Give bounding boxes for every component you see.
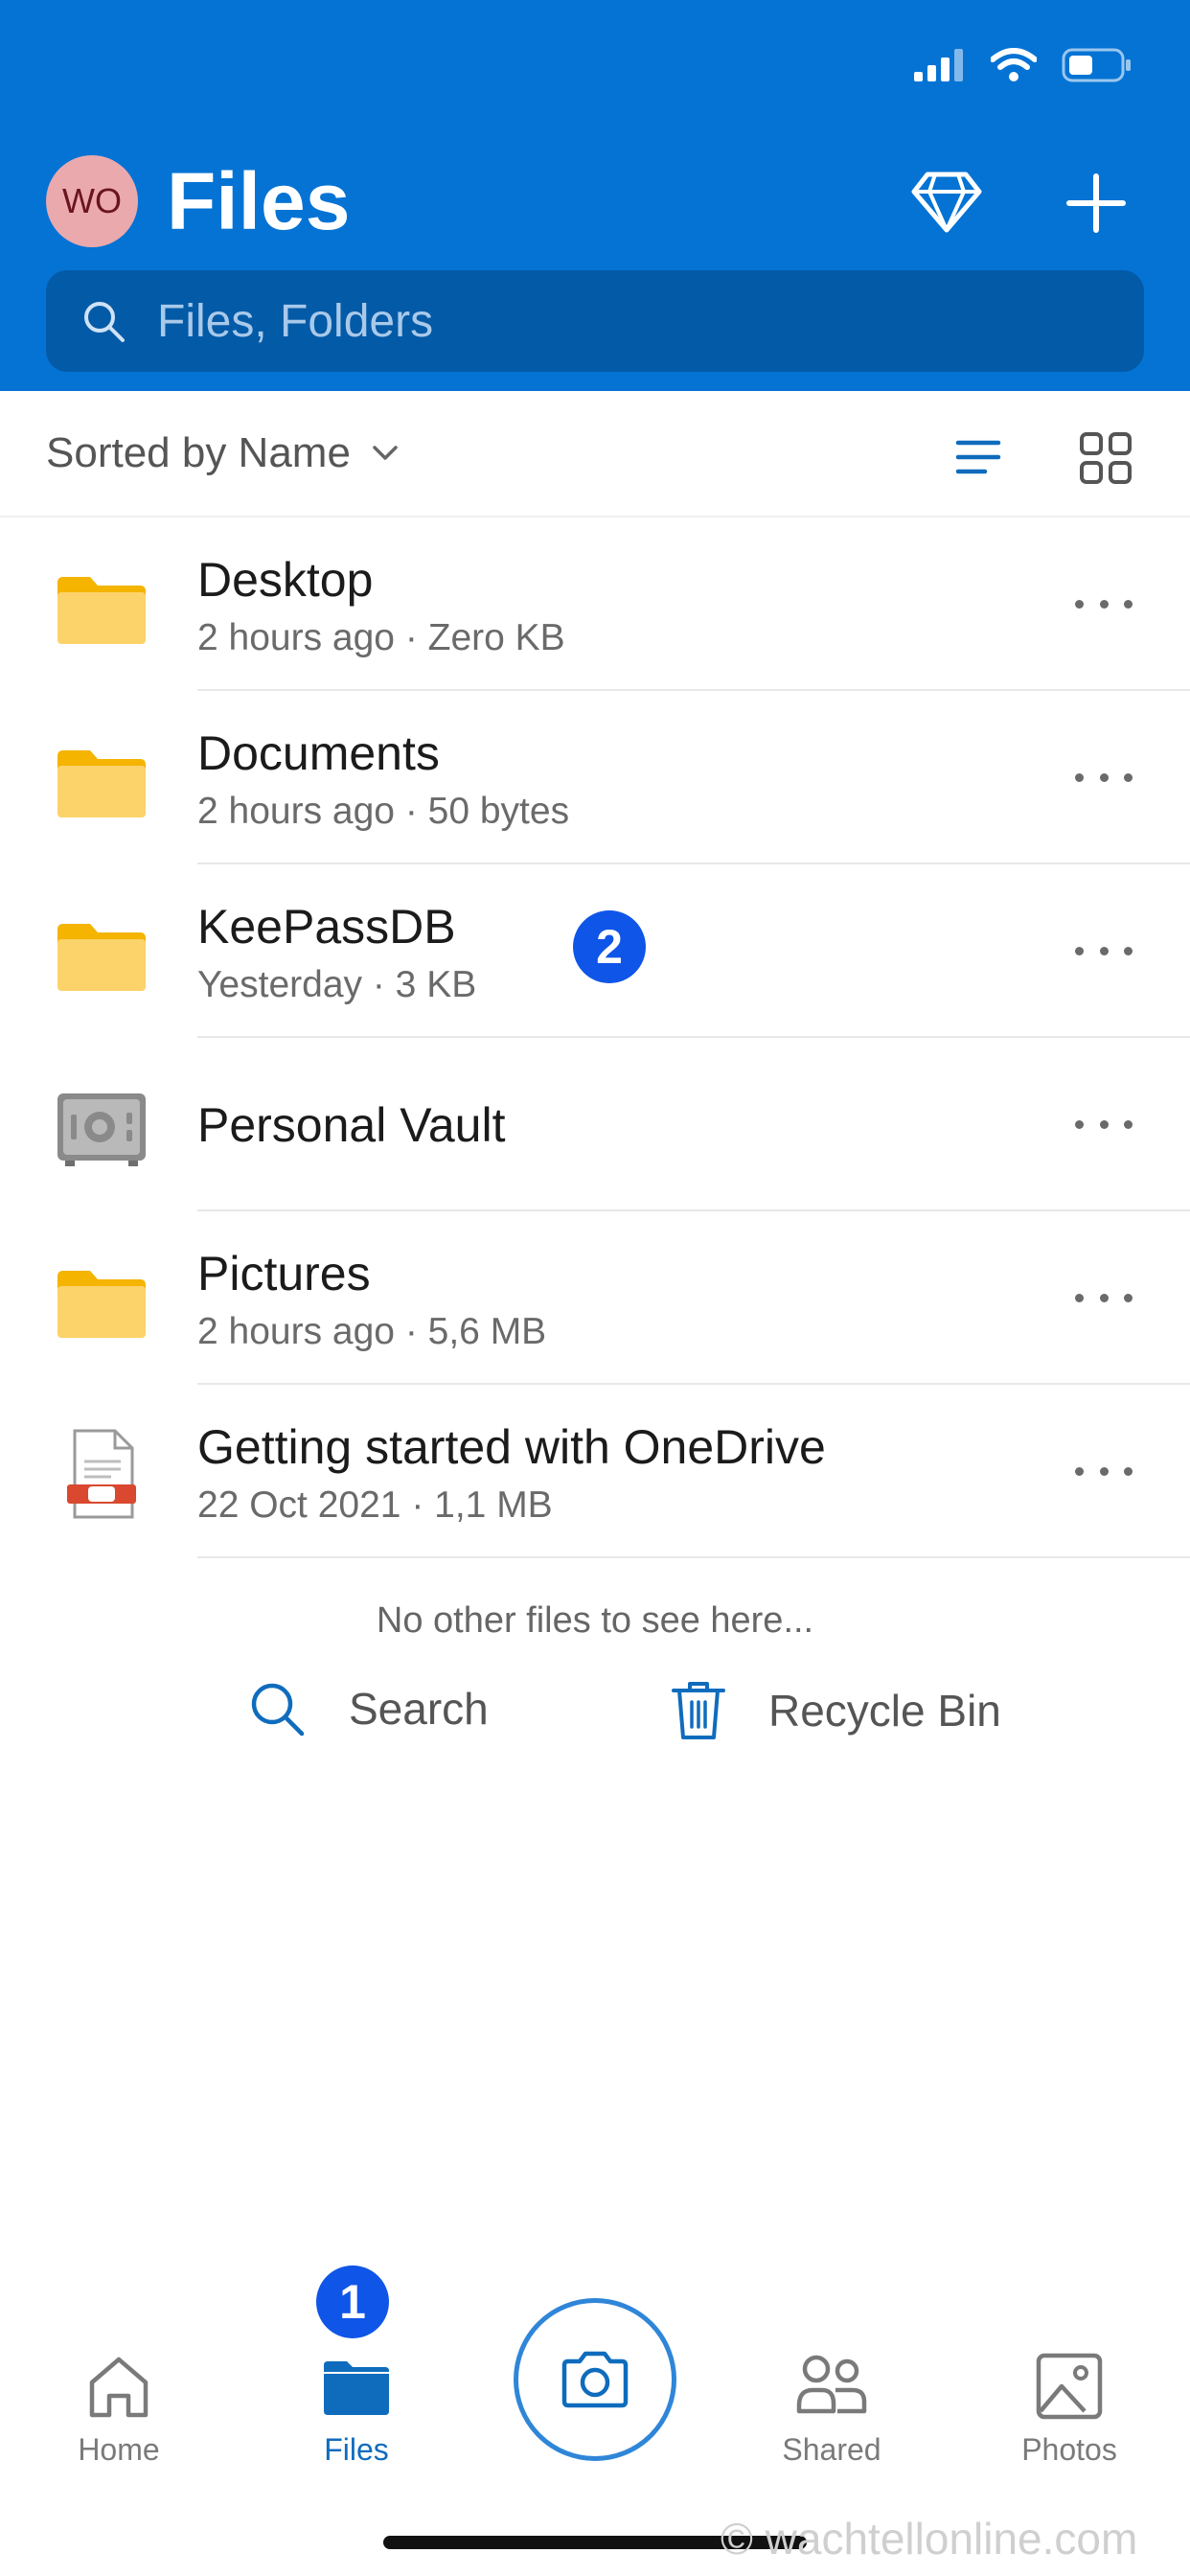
folder-icon [57, 577, 146, 644]
file-row-personal-vault[interactable]: Personal Vault [0, 1038, 1190, 1211]
file-name: Desktop [197, 553, 374, 607]
file-meta: Yesterday · 3 KB [197, 964, 477, 1005]
more-options-button[interactable] [1075, 756, 1133, 798]
folder-icon [57, 750, 146, 817]
file-name: KeePassDB [197, 900, 456, 954]
page-title: Files [167, 156, 351, 246]
add-button[interactable] [1058, 165, 1134, 242]
chevron-down-icon [373, 446, 398, 460]
camera-icon [561, 2351, 629, 2408]
file-row-getting-started[interactable]: Getting started with OneDrive 22 Oct 202… [0, 1385, 1190, 1558]
step-badge-1: 1 [316, 2266, 389, 2338]
premium-button[interactable] [910, 165, 983, 238]
tab-photos[interactable]: Photos [973, 2348, 1165, 2468]
file-meta: 22 Oct 2021 · 1,1 MB [197, 1484, 553, 1526]
file-row-keepassdb[interactable]: KeePassDB Yesterday · 3 KB 2 [0, 864, 1190, 1038]
more-options-button[interactable] [1075, 1450, 1133, 1492]
divider [197, 1556, 1190, 1558]
search-icon [251, 1683, 305, 1736]
footer-search-button[interactable]: Search [247, 1679, 489, 1738]
tab-label: Shared [782, 2432, 881, 2467]
more-options-button[interactable] [1075, 1276, 1133, 1319]
more-options-button[interactable] [1075, 583, 1133, 625]
folder-icon [57, 1271, 146, 1338]
battery-icon [1062, 48, 1131, 82]
tab-label: Home [78, 2432, 160, 2467]
vault-icon [57, 1093, 146, 1166]
file-name: Personal Vault [197, 1098, 506, 1152]
grid-view-icon [1080, 432, 1132, 484]
recycle-bin-label: Recycle Bin [768, 1686, 1001, 1736]
search-bar[interactable] [46, 270, 1144, 372]
step-badge-2: 2 [573, 910, 646, 983]
footer-search-label: Search [349, 1684, 489, 1734]
search-icon [84, 302, 125, 342]
trash-icon [672, 1682, 725, 1739]
tab-label: Files [324, 2432, 389, 2467]
grid-view-button[interactable] [1079, 431, 1133, 485]
tab-files[interactable]: Files [261, 2348, 452, 2468]
sort-toolbar: Sorted by Name [0, 391, 1190, 518]
folder-icon [324, 2361, 389, 2415]
more-options-button[interactable] [1075, 930, 1133, 972]
tab-shared[interactable]: Shared [736, 2348, 927, 2468]
file-name: Documents [197, 726, 440, 780]
file-list: Desktop 2 hours ago · Zero KB Documents … [0, 518, 1190, 1558]
file-meta: 2 hours ago · 50 bytes [197, 791, 570, 832]
file-name: Getting started with OneDrive [197, 1420, 826, 1474]
tab-home[interactable]: Home [23, 2348, 215, 2468]
home-icon [89, 2357, 149, 2418]
watermark: © wachtellonline.com [721, 2514, 1138, 2564]
sort-button[interactable]: Sorted by Name [46, 429, 399, 477]
file-row-pictures[interactable]: Pictures 2 hours ago · 5,6 MB [0, 1211, 1190, 1385]
recycle-bin-button[interactable]: Recycle Bin [671, 1679, 1001, 1742]
search-input[interactable] [157, 278, 1144, 364]
file-name: Pictures [197, 1247, 371, 1300]
more-options-button[interactable] [1075, 1103, 1133, 1145]
camera-button[interactable] [514, 2298, 676, 2461]
signal-icon [914, 49, 963, 81]
diamond-icon [911, 172, 982, 233]
file-row-desktop[interactable]: Desktop 2 hours ago · Zero KB [0, 518, 1190, 691]
status-bar [914, 44, 1133, 86]
app-header: WO Files [0, 0, 1190, 391]
list-view-button[interactable] [954, 433, 1002, 481]
plus-icon [1066, 173, 1126, 233]
pdf-file-icon [67, 1429, 136, 1519]
sort-label: Sorted by Name [46, 429, 351, 476]
list-view-icon [955, 440, 1001, 474]
tab-label: Photos [1021, 2432, 1117, 2467]
avatar[interactable]: WO [46, 155, 138, 247]
file-meta: 2 hours ago · 5,6 MB [197, 1311, 547, 1352]
shared-icon [796, 2355, 867, 2414]
file-meta: 2 hours ago · Zero KB [197, 617, 565, 658]
file-row-documents[interactable]: Documents 2 hours ago · 50 bytes [0, 691, 1190, 864]
wifi-icon [991, 48, 1037, 81]
empty-note: No other files to see here... [376, 1600, 814, 1641]
photos-icon [1036, 2353, 1103, 2420]
folder-icon [57, 924, 146, 991]
